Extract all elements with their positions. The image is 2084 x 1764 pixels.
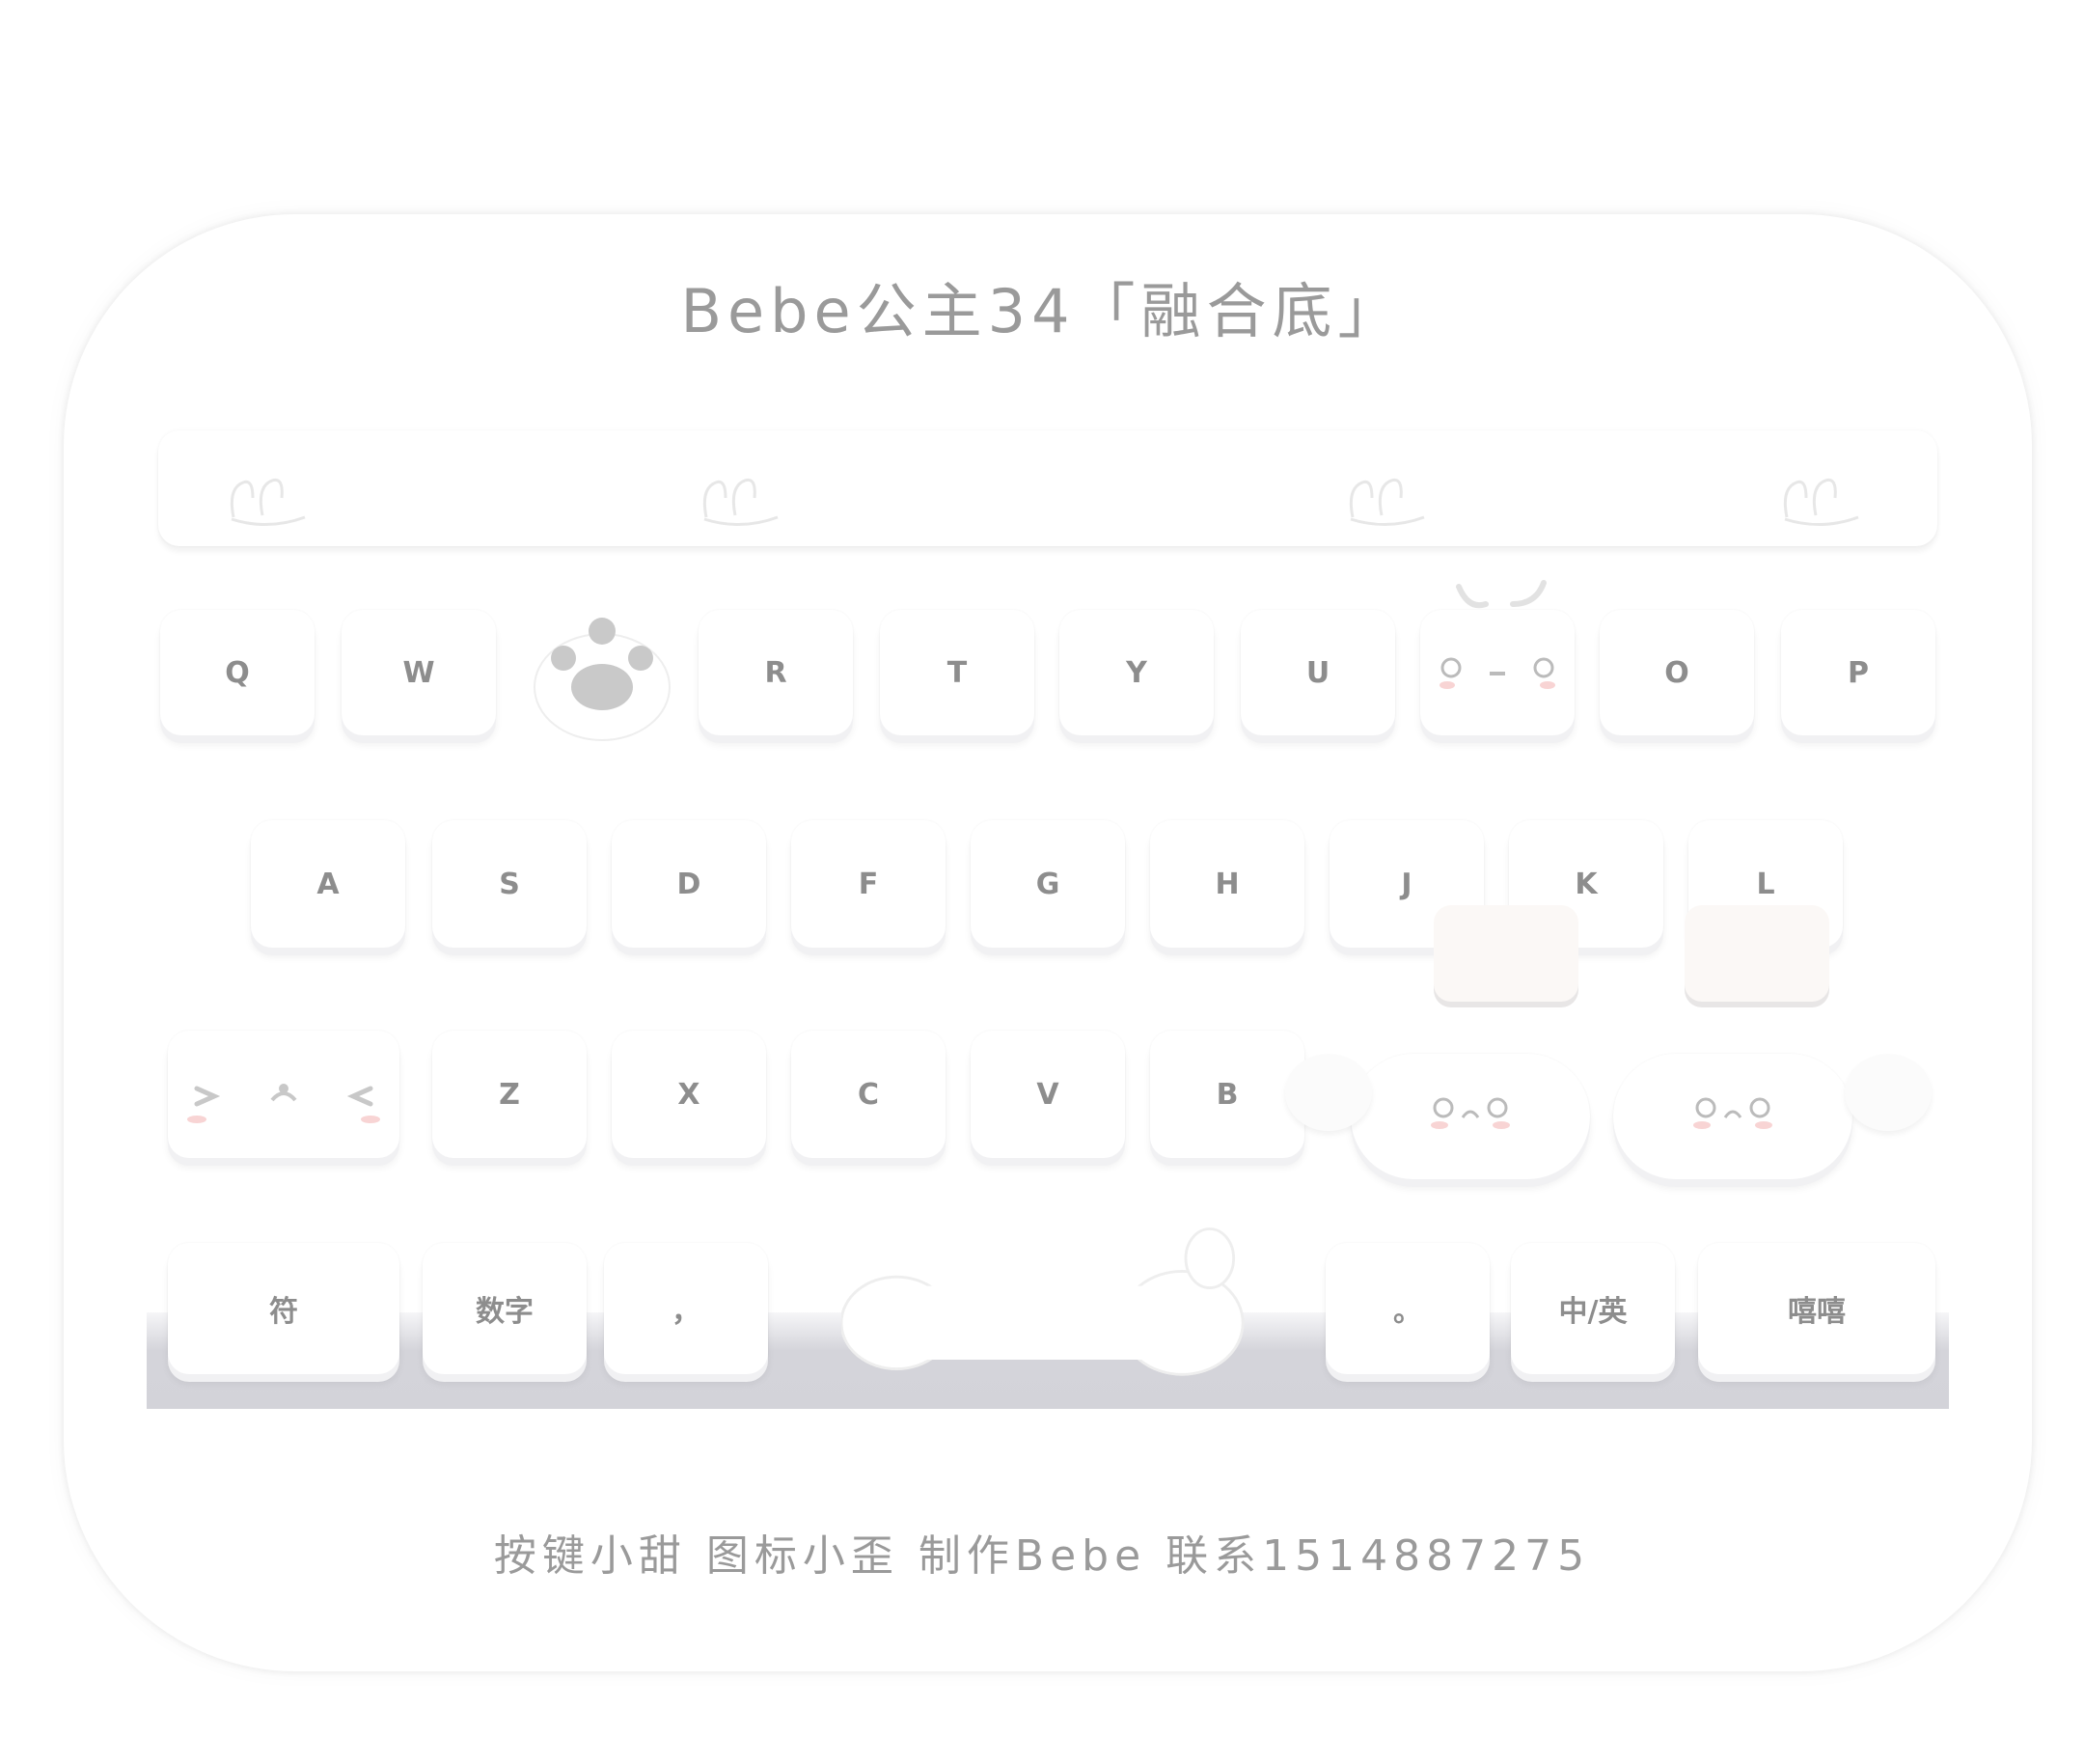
key-g[interactable]: G: [971, 820, 1125, 948]
key-f[interactable]: F: [791, 820, 946, 948]
credits-text: 按键小甜 图标小歪 制作Bebe 联系1514887275: [493, 1531, 1591, 1581]
bunny-ear-left: [1434, 905, 1578, 1002]
key-numbers[interactable]: 数字: [423, 1243, 587, 1374]
bunny-ear-right: [1685, 905, 1829, 1002]
key-o[interactable]: O: [1600, 610, 1754, 735]
key-delete[interactable]: 嘻嘻: [1698, 1243, 1935, 1374]
bunny-cheek-left: [1285, 1054, 1372, 1131]
key-n[interactable]: [1351, 1054, 1590, 1179]
bunny-ears-icon: [1456, 580, 1547, 609]
key-x[interactable]: X: [612, 1031, 766, 1158]
key-s[interactable]: S: [432, 820, 587, 948]
key-e[interactable]: [523, 610, 677, 741]
key-r[interactable]: R: [699, 610, 853, 735]
theme-title: Bebe公主34「融合底」: [680, 276, 1404, 346]
key-symbols[interactable]: 符: [168, 1243, 399, 1374]
key-v[interactable]: V: [971, 1031, 1125, 1158]
key-shift[interactable]: [168, 1031, 399, 1158]
key-y[interactable]: Y: [1059, 610, 1214, 735]
key-t[interactable]: T: [880, 610, 1034, 735]
bunny-face-icon[interactable]: [224, 469, 313, 527]
key-space[interactable]: [841, 1227, 1247, 1376]
bunny-face-icon[interactable]: [697, 469, 785, 527]
key-z[interactable]: Z: [432, 1031, 587, 1158]
key-b[interactable]: B: [1150, 1031, 1304, 1158]
key-q[interactable]: Q: [160, 610, 315, 735]
bunny-face-icon: [1431, 1097, 1510, 1129]
bunny-cheek-right: [1845, 1054, 1932, 1131]
shy-face-icon: [187, 1084, 380, 1123]
key-u[interactable]: U: [1241, 610, 1395, 735]
key-m[interactable]: [1613, 1054, 1852, 1179]
key-language-toggle[interactable]: 中/英: [1511, 1243, 1675, 1374]
key-h[interactable]: H: [1150, 820, 1304, 948]
key-a[interactable]: A: [251, 820, 405, 948]
key-w[interactable]: W: [342, 610, 496, 735]
key-period[interactable]: 。: [1326, 1243, 1490, 1374]
key-p[interactable]: P: [1781, 610, 1935, 735]
candidate-bar[interactable]: [158, 430, 1937, 546]
paw-icon: [534, 618, 671, 741]
bone-icon: [841, 1227, 1245, 1376]
bunny-face-icon: [1693, 1097, 1772, 1129]
key-d[interactable]: D: [612, 820, 766, 948]
bunny-face-icon[interactable]: [1777, 469, 1866, 527]
keyboard-preview: Q W R T Y U O P A S D F G H J K L Z X C …: [147, 417, 1949, 1428]
bunny-face-icon[interactable]: [1343, 469, 1432, 527]
key-c[interactable]: C: [791, 1031, 946, 1158]
key-comma[interactable]: ，: [604, 1243, 768, 1374]
face-icon: [1440, 657, 1555, 689]
key-i[interactable]: [1420, 610, 1575, 735]
